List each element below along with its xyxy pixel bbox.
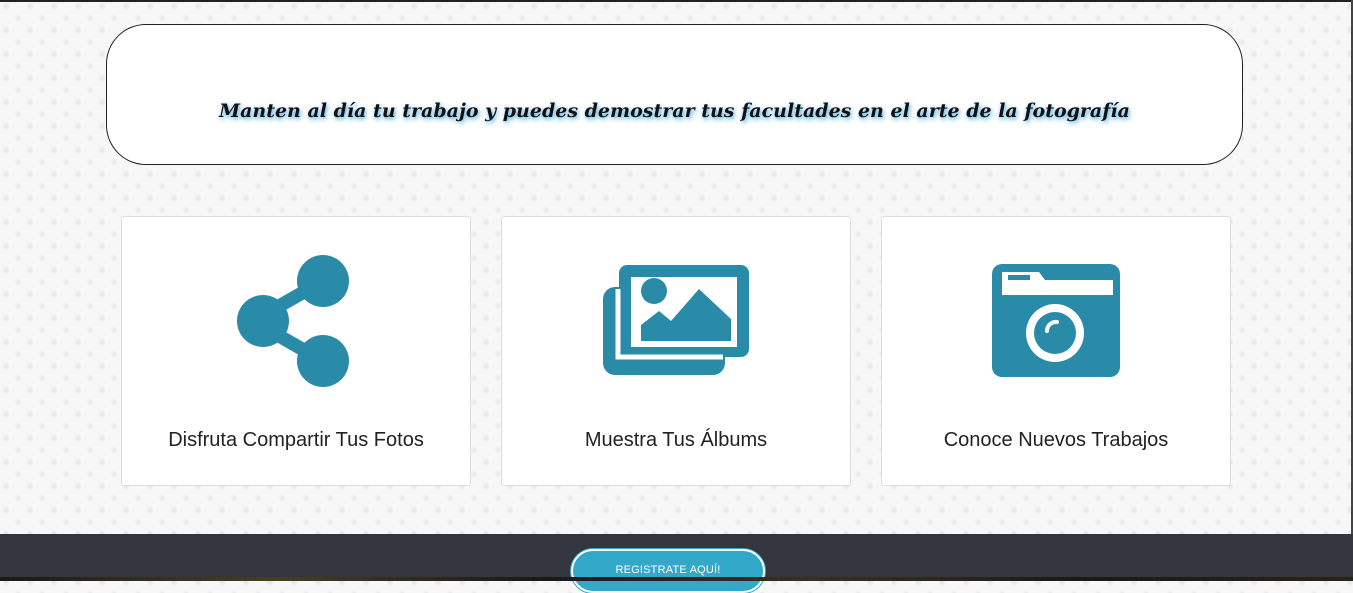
feature-label-camera: Conoce Nuevos Trabajos xyxy=(943,429,1169,451)
share-icon xyxy=(122,241,470,401)
feature-card-share: Disfruta Compartir Tus Fotos xyxy=(121,216,471,486)
images-icon xyxy=(502,241,850,401)
tagline-text: Manten al día tu trabajo y puedes demost… xyxy=(219,100,1130,122)
tagline-banner: Manten al día tu trabajo y puedes demost… xyxy=(106,24,1243,165)
bottom-image-strip xyxy=(0,577,1353,581)
feature-card-albums: Muestra Tus Álbums xyxy=(501,216,851,486)
feature-card-camera: Conoce Nuevos Trabajos xyxy=(881,216,1231,486)
camera-icon xyxy=(882,241,1230,401)
feature-label-share: Disfruta Compartir Tus Fotos xyxy=(168,429,424,451)
top-divider xyxy=(0,0,1353,2)
feature-label-albums: Muestra Tus Álbums xyxy=(584,429,768,451)
register-button[interactable]: REGISTRATE AQUÍ! xyxy=(571,549,765,593)
